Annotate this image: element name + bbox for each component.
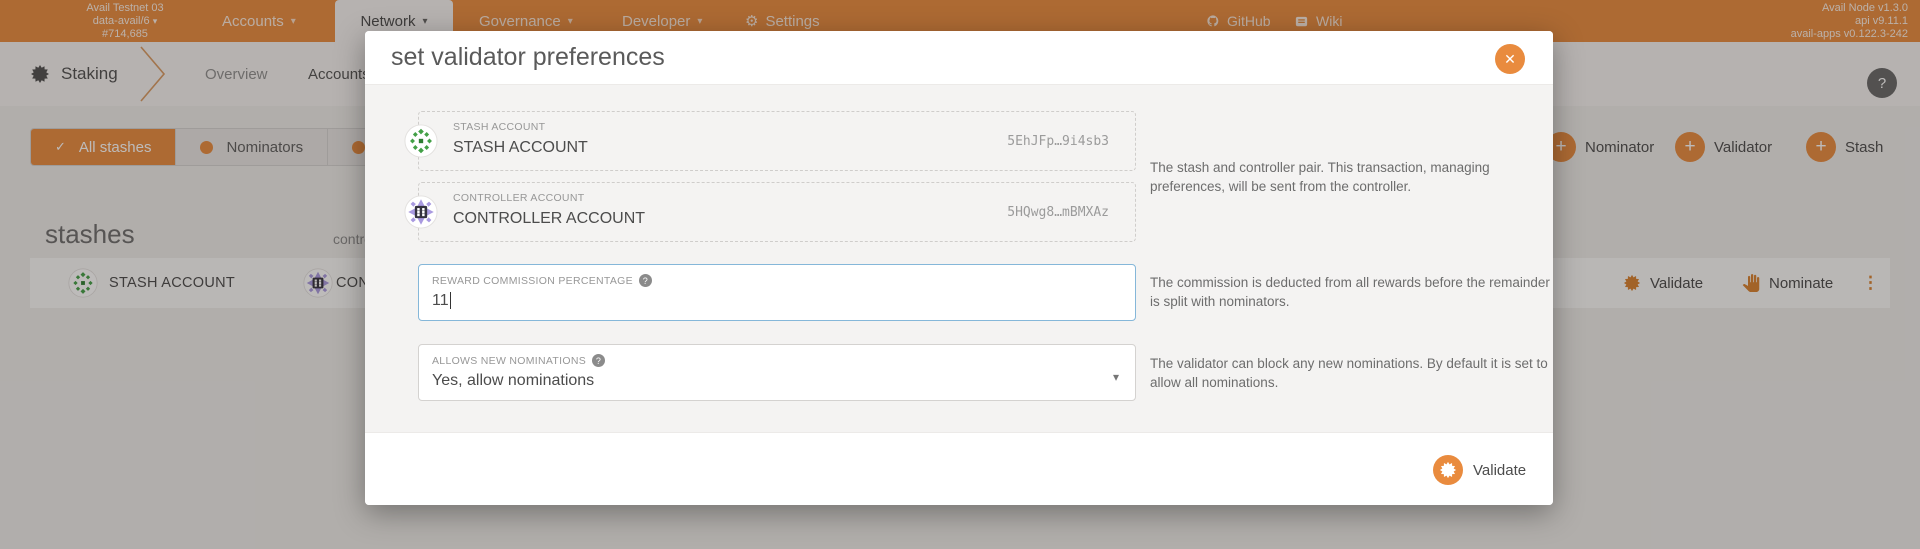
help-text-nominations: The validator can block any new nominati… bbox=[1150, 354, 1562, 392]
nominations-field-label: ALLOWS NEW NOMINATIONS ? bbox=[432, 354, 605, 367]
stash-account-field: STASH ACCOUNT STASH ACCOUNT 5EhJFp…9i4sb… bbox=[418, 111, 1136, 171]
controller-field-label: CONTROLLER ACCOUNT bbox=[453, 192, 584, 204]
modal-header: set validator preferences ✕ bbox=[365, 31, 1553, 85]
question-icon: ? bbox=[639, 274, 652, 287]
app-screen: Avail Testnet 03 data-avail/6 ▾ #714,685… bbox=[0, 0, 1920, 549]
controller-account-field: CONTROLLER ACCOUNT CONTROLLER ACCOUNT 5H… bbox=[418, 182, 1136, 242]
commission-field-value: 11 bbox=[432, 292, 451, 310]
commission-field-label: REWARD COMMISSION PERCENTAGE ? bbox=[432, 274, 652, 287]
validate-submit-button[interactable]: Validate bbox=[1433, 455, 1526, 485]
modal-close-button[interactable]: ✕ bbox=[1495, 44, 1525, 74]
help-text-commission: The commission is deducted from all rewa… bbox=[1150, 273, 1562, 311]
stash-address: 5EhJFp…9i4sb3 bbox=[1007, 134, 1109, 149]
validate-submit-label: Validate bbox=[1473, 462, 1526, 479]
stash-field-label: STASH ACCOUNT bbox=[453, 121, 545, 133]
modal-title: set validator preferences bbox=[391, 43, 665, 72]
reward-commission-input[interactable]: REWARD COMMISSION PERCENTAGE ? 11 bbox=[418, 264, 1136, 321]
controller-address: 5HQwg8…mBMXAz bbox=[1007, 205, 1109, 220]
controller-field-value: CONTROLLER ACCOUNT bbox=[453, 210, 645, 228]
stash-field-value: STASH ACCOUNT bbox=[453, 139, 588, 157]
stash-identicon[interactable] bbox=[404, 124, 438, 158]
controller-identicon[interactable] bbox=[404, 195, 438, 229]
allows-nominations-dropdown[interactable]: ALLOWS NEW NOMINATIONS ? Yes, allow nomi… bbox=[418, 344, 1136, 401]
validate-sun-icon bbox=[1433, 455, 1463, 485]
nominations-field-value: Yes, allow nominations bbox=[432, 372, 594, 390]
help-text-pair: The stash and controller pair. This tran… bbox=[1150, 158, 1562, 196]
question-icon: ? bbox=[592, 354, 605, 367]
close-icon: ✕ bbox=[1504, 51, 1516, 68]
text-cursor bbox=[450, 292, 451, 309]
chevron-down-icon: ▾ bbox=[1113, 370, 1119, 384]
set-validator-preferences-modal: set validator preferences ✕ STASH ACCOUN… bbox=[365, 31, 1553, 505]
modal-footer bbox=[365, 432, 1553, 505]
